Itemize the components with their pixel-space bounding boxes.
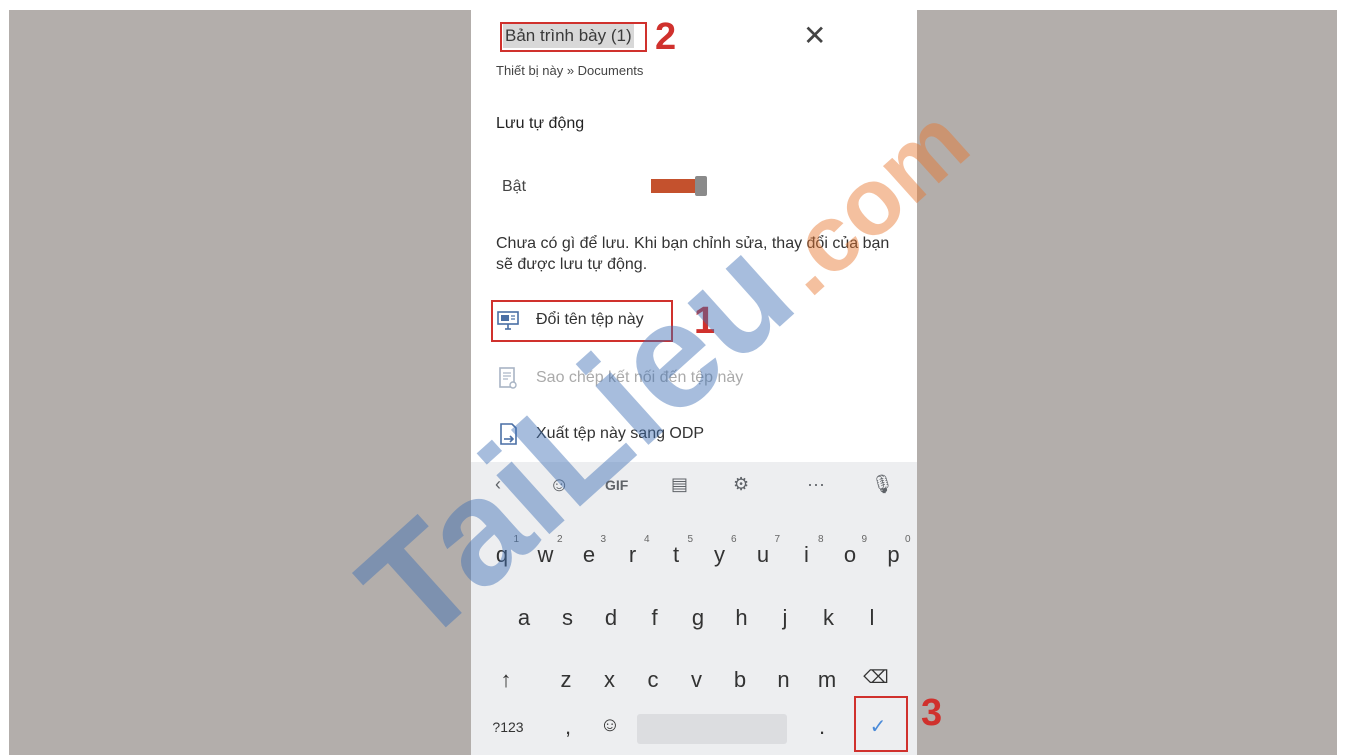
key-label: s: [562, 605, 573, 630]
key-label: o: [843, 542, 857, 567]
key-label: q: [495, 542, 509, 567]
key-j[interactable]: j: [768, 605, 802, 631]
key-label: k: [823, 605, 834, 630]
sticker-icon[interactable]: ☺: [549, 474, 569, 497]
key-label: b: [733, 667, 747, 692]
key-e[interactable]: e3: [572, 534, 606, 568]
key-a[interactable]: a: [507, 605, 541, 631]
period-key[interactable]: .: [805, 714, 839, 740]
key-y[interactable]: y6: [703, 534, 737, 568]
key-label: x: [604, 667, 615, 692]
key-m[interactable]: m: [810, 667, 844, 693]
key-hint: 0: [904, 534, 911, 545]
annotation-number-1: 1: [694, 300, 716, 342]
copy-link-item: Sao chép kết nối đến tệp này: [496, 363, 743, 393]
autosave-info-text: Chưa có gì để lưu. Khi bạn chỉnh sửa, th…: [496, 235, 890, 273]
key-b[interactable]: b: [723, 667, 757, 693]
shift-key[interactable]: ↑: [489, 667, 523, 693]
annotation-box-rename: [491, 300, 673, 342]
copy-link-label: Sao chép kết nối đến tệp này: [536, 369, 744, 386]
key-hint: 5: [687, 534, 693, 545]
key-c[interactable]: c: [636, 667, 670, 693]
microphone-icon[interactable]: 🎙: [871, 474, 894, 495]
toggle-knob: [695, 176, 707, 196]
key-k[interactable]: k: [812, 605, 846, 631]
key-v[interactable]: v: [680, 667, 714, 693]
key-l[interactable]: l: [855, 605, 889, 631]
key-label: l: [869, 605, 875, 630]
settings-icon[interactable]: ⚙: [733, 474, 749, 495]
key-q[interactable]: q1: [485, 534, 519, 568]
key-label: r: [628, 542, 637, 567]
export-odp-label: Xuất tệp này sang ODP: [536, 425, 705, 442]
symbols-key[interactable]: ?123: [483, 719, 533, 735]
key-hint: 8: [817, 534, 824, 545]
autosave-toggle[interactable]: [649, 176, 709, 196]
annotation-number-3: 3: [921, 692, 943, 734]
space-key[interactable]: [637, 714, 787, 744]
emoji-icon[interactable]: ☺: [593, 714, 627, 737]
key-hint: 3: [600, 534, 606, 545]
key-s[interactable]: s: [551, 605, 585, 631]
key-o[interactable]: o9: [833, 534, 867, 568]
key-t[interactable]: t5: [659, 534, 693, 568]
key-label: y: [714, 542, 725, 567]
key-label: p: [887, 542, 900, 567]
file-path: Thiết bị này » Documents: [496, 63, 644, 78]
key-hint: 6: [730, 534, 737, 545]
key-r[interactable]: r4: [616, 534, 650, 568]
key-p[interactable]: p0: [877, 534, 910, 568]
annotation-box-filename: [500, 22, 647, 52]
key-label: w: [537, 542, 554, 567]
key-label: h: [735, 605, 748, 630]
key-hint: 1: [513, 534, 519, 545]
key-label: d: [604, 605, 618, 630]
key-g[interactable]: g: [681, 605, 715, 631]
screen-background: Bản trình bày (1) 2 ✕ Thiết bị này » Doc…: [9, 10, 1337, 755]
key-label: n: [777, 667, 790, 692]
keyboard-back-icon[interactable]: ‹: [495, 474, 501, 495]
toggle-track: [651, 179, 701, 193]
key-d[interactable]: d: [594, 605, 628, 631]
key-label: v: [691, 667, 702, 692]
key-z[interactable]: z: [549, 667, 583, 693]
key-hint: 4: [643, 534, 650, 545]
gif-button[interactable]: GIF: [605, 477, 628, 493]
key-i[interactable]: i8: [790, 534, 823, 568]
close-icon[interactable]: ✕: [803, 22, 826, 50]
key-label: a: [517, 605, 531, 630]
annotation-box-done: [854, 696, 908, 752]
autosave-toggle-label: Bật: [502, 178, 527, 195]
key-label: z: [560, 667, 572, 692]
copy-link-icon: [499, 367, 517, 389]
key-f[interactable]: f: [638, 605, 672, 631]
key-n[interactable]: n: [767, 667, 801, 693]
key-x[interactable]: x: [593, 667, 627, 693]
key-label: c: [647, 667, 659, 692]
backspace-key[interactable]: ⌫: [859, 667, 893, 688]
key-label: t: [672, 542, 680, 567]
more-icon[interactable]: ···: [807, 474, 825, 495]
key-hint: 2: [556, 534, 563, 545]
key-w[interactable]: w2: [529, 534, 563, 568]
key-label: m: [817, 667, 837, 692]
key-h[interactable]: h: [725, 605, 759, 631]
onscreen-keyboard: ‹ ☺ GIF ▤ ⚙ ··· 🎙 q1w2e3r4t5y6u7i8o9p0 a…: [471, 462, 917, 755]
clipboard-icon[interactable]: ▤: [671, 474, 688, 495]
key-hint: 7: [774, 534, 780, 545]
file-options-panel: Bản trình bày (1) 2 ✕ Thiết bị này » Doc…: [471, 10, 917, 755]
key-label: e: [582, 542, 596, 567]
export-icon: [500, 423, 517, 445]
key-u[interactable]: u7: [746, 534, 780, 568]
key-hint: 9: [861, 534, 867, 545]
key-label: g: [691, 605, 705, 630]
autosave-heading: Lưu tự động: [496, 115, 585, 132]
key-label: i: [804, 542, 809, 567]
key-label: j: [782, 605, 788, 630]
key-label: u: [756, 542, 770, 567]
annotation-number-2: 2: [655, 16, 677, 58]
key-label: f: [651, 605, 658, 630]
export-odp-item[interactable]: Xuất tệp này sang ODP: [496, 419, 704, 449]
comma-key[interactable]: ,: [551, 714, 585, 740]
